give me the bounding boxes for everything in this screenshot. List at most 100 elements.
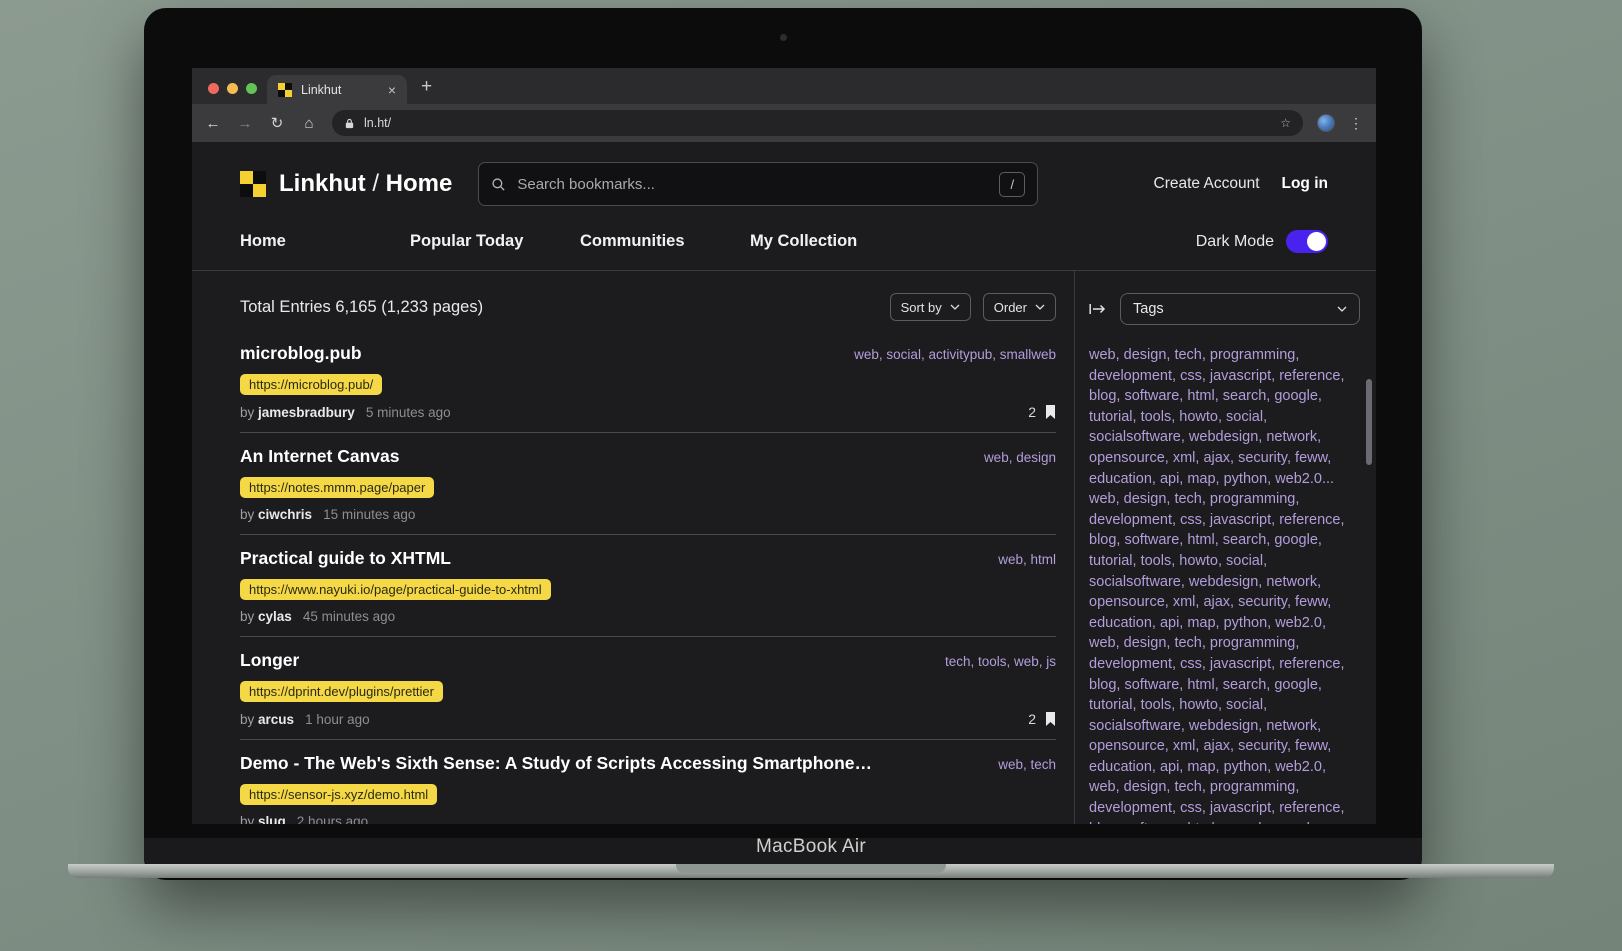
tags-filter-select[interactable]: Tags [1120,293,1360,325]
order-label: Order [993,299,1027,315]
dark-mode-toggle[interactable] [1286,230,1328,253]
desktop-scene: Linkhut × + ← → ↻ ⌂ ln.ht/ ☆ ⋮ Linkhut /… [0,0,1622,951]
tags-select-label: Tags [1133,301,1164,317]
laptop-base-notch [676,864,946,873]
checker-logo-icon [278,82,292,97]
bookmark-header: An Internet Canvas web, design [240,446,1056,467]
profile-avatar[interactable] [1317,114,1335,132]
author-name[interactable]: arcus [258,712,294,727]
bookmark-url[interactable]: https://notes.mmm.page/paper [240,477,435,498]
collapse-sidebar-icon[interactable] [1089,302,1107,316]
bookmark-author: by arcus [240,712,294,727]
address-bar[interactable]: ln.ht/ ☆ [332,110,1303,136]
bookmark-count: 2 [1028,711,1036,727]
bookmark-url[interactable]: https://dprint.dev/plugins/prettier [240,681,443,702]
sidebar-scrollbar[interactable] [1366,379,1372,465]
checker-logo-icon [240,171,266,197]
star-icon[interactable]: ☆ [1280,116,1291,130]
author-name[interactable]: cylas [258,609,292,624]
home-button[interactable]: ⌂ [300,115,318,132]
brand-name: Linkhut [279,170,366,197]
bookmark-tags[interactable]: web, design [984,450,1056,465]
bookmark-tags[interactable]: web, tech [998,757,1056,772]
bookmark-url[interactable]: https://www.nayuki.io/page/practical-gui… [240,579,551,600]
bookmark-meta: by arcus 1 hour ago 2 [240,711,1056,727]
bookmark-row[interactable]: Demo - The Web's Sixth Sense: A Study of… [240,739,1056,824]
bookmark-meta: by slug 2 hours ago [240,814,1056,824]
bookmark-tags[interactable]: web, social, activitypub, smallweb [854,347,1056,362]
bookmark-row[interactable]: microblog.pub web, social, activitypub, … [240,339,1056,432]
bookmark-header: microblog.pub web, social, activitypub, … [240,343,1056,364]
brand-title: Linkhut / Home [279,170,452,198]
bookmark-icon[interactable] [1045,404,1056,420]
bookmark-header: Demo - The Web's Sixth Sense: A Study of… [240,753,1056,774]
dark-mode-control[interactable]: Dark Mode [1196,230,1328,253]
nav-item-my-collection[interactable]: My Collection [750,232,920,251]
author-name[interactable]: jamesbradbury [258,405,355,420]
bookmark-title[interactable]: Demo - The Web's Sixth Sense: A Study of… [240,753,872,774]
tab-close-icon[interactable]: × [388,83,396,97]
bookmark-tags[interactable]: tech, tools, web, js [945,654,1056,669]
browser-tab[interactable]: Linkhut × [267,75,407,104]
bookmark-title[interactable]: Practical guide to XHTML [240,548,451,569]
bookmark-time: 1 hour ago [305,711,370,727]
bookmark-title[interactable]: An Internet Canvas [240,446,399,467]
new-tab-button[interactable]: + [407,76,446,104]
author-name[interactable]: slug [258,814,286,824]
browser-tabstrip: Linkhut × + [192,68,1376,104]
nav-item-home[interactable]: Home [240,232,410,251]
page-body: Total Entries 6,165 (1,233 pages) Sort b… [192,271,1376,824]
bookmark-row[interactable]: Practical guide to XHTML web, html https… [240,534,1056,636]
total-entries-label: Total Entries 6,165 (1,233 pages) [240,297,484,316]
bookmark-save-group[interactable]: 2 [1028,404,1056,420]
by-prefix: by [240,609,255,624]
nav-item-communities[interactable]: Communities [580,232,750,251]
bookmark-title[interactable]: Longer [240,650,299,671]
bookmark-row[interactable]: An Internet Canvas web, design https://n… [240,432,1056,534]
primary-nav: Home Popular Today Communities My Collec… [192,206,1376,253]
bookmark-title[interactable]: microblog.pub [240,343,362,364]
bookmark-author: by cylas [240,609,292,624]
search-bar[interactable]: Search bookmarks... / [478,162,1039,206]
dark-mode-label: Dark Mode [1195,232,1274,250]
back-button[interactable]: ← [204,115,222,132]
nav-item-popular-today[interactable]: Popular Today [410,232,580,251]
window-controls[interactable] [204,83,267,104]
bookmark-meta: by jamesbradbury 5 minutes ago 2 [240,404,1056,420]
maximize-window-button[interactable] [246,83,257,94]
bookmark-header: Practical guide to XHTML web, html [240,548,1056,569]
bookmark-time: 2 hours ago [296,814,369,824]
search-input[interactable]: Search bookmarks... [517,176,988,193]
log-in-link[interactable]: Log in [1282,175,1329,193]
lock-icon [345,118,354,128]
bookmark-count: 2 [1028,404,1036,420]
bookmark-url[interactable]: https://microblog.pub/ [240,374,383,395]
bookmark-url[interactable]: https://sensor-js.xyz/demo.html [240,784,438,805]
bookmark-author: by ciwchris [240,507,312,522]
author-name[interactable]: ciwchris [258,507,312,522]
create-account-link[interactable]: Create Account [1154,175,1260,193]
forward-button[interactable]: → [236,115,254,132]
site-header: Linkhut / Home Search bookmarks... / Cre… [192,142,1376,206]
sort-by-select[interactable]: Sort by [889,293,971,321]
by-prefix: by [240,507,255,522]
tag-cloud[interactable]: web, design, tech, programming, developm… [1075,341,1376,824]
bookmarks-column: Total Entries 6,165 (1,233 pages) Sort b… [192,271,1074,824]
brand-separator: / [372,170,379,197]
order-select[interactable]: Order [982,293,1056,321]
kebab-menu-icon[interactable]: ⋮ [1349,115,1364,132]
laptop-device: Linkhut × + ← → ↻ ⌂ ln.ht/ ☆ ⋮ Linkhut /… [144,8,1422,880]
minimize-window-button[interactable] [227,83,238,94]
bookmark-row[interactable]: Longer tech, tools, web, js https://dpri… [240,636,1056,739]
brand-page: Home [385,170,453,197]
bookmark-tags[interactable]: web, html [998,552,1056,567]
brand[interactable]: Linkhut / Home [240,170,452,198]
bookmark-icon[interactable] [1045,711,1056,727]
sort-by-label: Sort by [900,299,942,315]
browser-tab-title: Linkhut [301,82,342,97]
close-window-button[interactable] [208,83,219,94]
bookmark-save-group[interactable]: 2 [1028,711,1056,727]
reload-button[interactable]: ↻ [268,114,286,132]
bookmark-time: 5 minutes ago [365,404,451,420]
bookmark-time: 15 minutes ago [323,507,416,522]
